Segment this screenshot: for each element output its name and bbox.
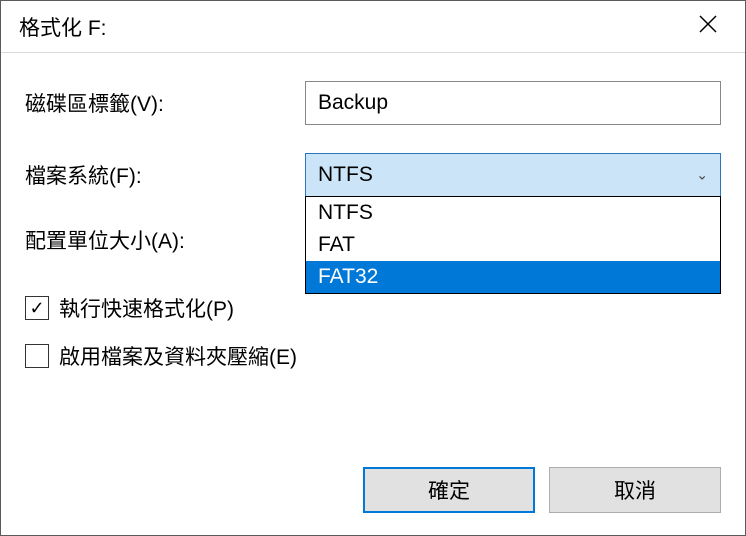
close-icon	[698, 14, 718, 40]
quick-format-label: 執行快速格式化(P)	[59, 293, 234, 323]
format-dialog: 格式化 F: 磁碟區標籤(V): 檔案系統(F): NTFS ⌄ NTFS	[0, 0, 746, 536]
cancel-button[interactable]: 取消	[549, 467, 721, 513]
filesystem-select[interactable]: NTFS ⌄	[305, 153, 721, 197]
close-button[interactable]	[685, 4, 731, 50]
titlebar: 格式化 F:	[1, 1, 745, 53]
checkbox-icon	[25, 296, 49, 320]
dropdown-option-ntfs[interactable]: NTFS	[306, 197, 720, 229]
volume-label-text: 磁碟區標籤(V):	[25, 88, 305, 118]
compression-checkbox[interactable]: 啟用檔案及資料夾壓縮(E)	[25, 341, 721, 371]
dropdown-option-fat[interactable]: FAT	[306, 229, 720, 261]
compression-label: 啟用檔案及資料夾壓縮(E)	[59, 341, 297, 371]
quick-format-checkbox[interactable]: 執行快速格式化(P)	[25, 293, 721, 323]
checkbox-group: 執行快速格式化(P) 啟用檔案及資料夾壓縮(E)	[25, 293, 721, 371]
filesystem-row: 檔案系統(F): NTFS ⌄ NTFS FAT FAT32	[25, 153, 721, 197]
checkbox-icon	[25, 344, 49, 368]
filesystem-selected-value: NTFS	[318, 163, 373, 187]
dialog-title: 格式化 F:	[19, 12, 107, 42]
volume-label-input[interactable]	[305, 81, 721, 125]
filesystem-label-text: 檔案系統(F):	[25, 160, 305, 190]
dialog-content: 磁碟區標籤(V): 檔案系統(F): NTFS ⌄ NTFS FAT FAT32…	[1, 53, 745, 371]
dropdown-option-fat32[interactable]: FAT32	[306, 261, 720, 293]
chevron-down-icon: ⌄	[696, 167, 708, 184]
volume-label-row: 磁碟區標籤(V):	[25, 81, 721, 125]
allocation-label-text: 配置單位大小(A):	[25, 225, 305, 255]
filesystem-dropdown-list: NTFS FAT FAT32	[305, 196, 721, 294]
ok-button[interactable]: 確定	[363, 467, 535, 513]
button-bar: 確定 取消	[363, 467, 721, 513]
